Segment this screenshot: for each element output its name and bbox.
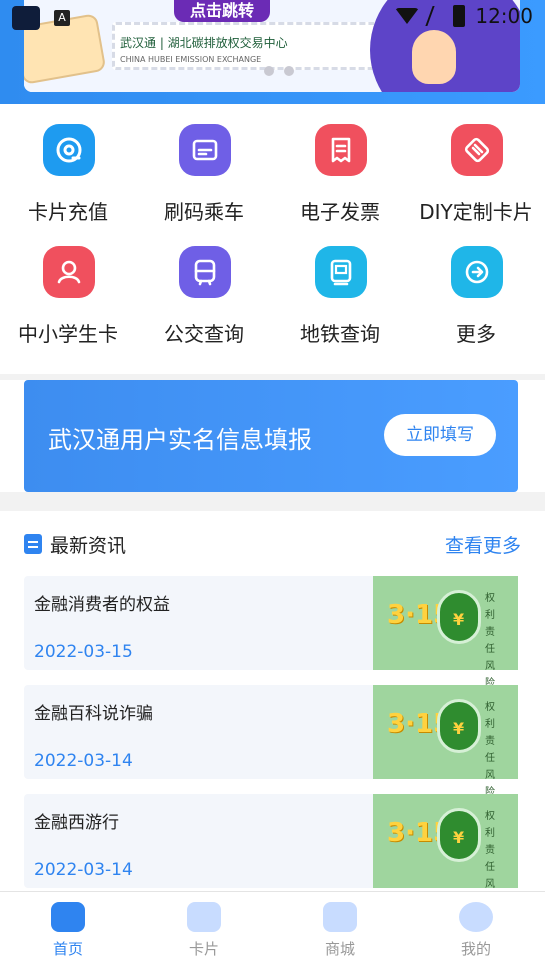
news-item[interactable]: 金融百科说诈骗 2022-03-14 3·15 ¥ 权利责任风险 [24,685,518,798]
news-thumbnail: 3·15 ¥ 权利责任风险 [373,794,518,907]
grid-item-more[interactable]: 更多 [408,226,544,346]
news-header: 最新资讯 查看更多 [24,531,521,559]
news-item[interactable]: 金融消费者的权益 2022-03-15 3·15 ¥ 权利责任风险 [24,576,518,689]
fill-now-button[interactable]: 立即填写 [384,414,496,456]
news-item-title: 金融百科说诈骗 [34,704,153,724]
realname-banner[interactable]: 武汉通用户实名信息填报 立即填写 [24,380,518,492]
bottom-nav: 首页 卡片 商城 我的 [0,891,545,968]
battery-icon [453,5,466,27]
nav-mine[interactable]: 我的 [446,902,506,966]
yuan-icon: ¥ [453,719,465,738]
nav-cards[interactable]: 卡片 [174,902,234,966]
news-item-date: 2022-03-14 [34,751,133,771]
student-icon [43,246,95,298]
banner-logos: 武汉通 | 湖北碳排放权交易中心 CHINA HUBEI EMISSION EX… [120,34,288,65]
wallet-icon [43,124,95,176]
nav-label: 我的 [460,940,491,958]
news-item-title: 金融西游行 [34,813,119,833]
grid-item-scan-ride[interactable]: 刷码乘车 [136,104,272,224]
realname-section: 武汉通用户实名信息填报 立即填写 [0,380,545,492]
nav-mall[interactable]: 商城 [310,902,370,966]
news-thumbnail: 3·15 ¥ 权利责任风险 [373,576,518,689]
news-thumbnail: 3·15 ¥ 权利责任风险 [373,685,518,798]
news-icon [24,534,42,554]
wifi-icon [395,8,420,24]
grid-label: 公交查询 [164,322,244,346]
metro-icon [315,246,367,298]
news-title: 最新资讯 [50,535,127,557]
grid-label: 中小学生卡 [18,322,118,346]
bus-icon [179,246,231,298]
yuan-icon: ¥ [453,610,465,629]
banner-pagination [264,66,294,76]
realname-text: 武汉通用户实名信息填报 [48,426,312,454]
news-item-title: 金融消费者的权益 [34,595,170,615]
grid-label: 地铁查询 [300,322,380,346]
news-item-date: 2022-03-15 [34,642,133,662]
grid-label: DIY定制卡片 [419,200,533,224]
pagination-dot [264,66,274,76]
grid-item-bus-query[interactable]: 公交查询 [136,226,272,346]
card-icon [187,902,221,932]
grid-item-student-card[interactable]: 中小学生卡 [0,226,136,346]
grid-label: 卡片充值 [28,200,108,224]
nav-label: 首页 [52,940,83,958]
thumb-words: 权利责任风险 [485,593,495,689]
top-banner-area: 点击跳转 武汉通 | 湖北碳排放权交易中心 CHINA HUBEI EMISSI… [0,0,545,104]
feature-grid: 卡片充值 刷码乘车 电子发票 DIY定制卡片 中小学生卡 公交查询 地铁查询 更… [0,104,545,374]
news-section: 最新资讯 查看更多 金融消费者的权益 2022-03-15 3·15 ¥ 权利责… [0,511,545,907]
status-a-icon: A [54,10,70,26]
invoice-icon [315,124,367,176]
signal-icon [425,6,447,26]
status-time: 12:00 [475,4,533,28]
hand-illustration [412,30,456,84]
tag-icon [451,124,503,176]
grid-item-e-invoice[interactable]: 电子发票 [272,104,408,224]
card-icon [179,124,231,176]
more-icon [451,246,503,298]
status-bar: A 12:00 [0,0,545,36]
grid-label: 更多 [456,322,496,346]
status-right: 12:00 [395,4,533,28]
banner-logo-sub: CHINA HUBEI EMISSION EXCHANGE [120,55,262,64]
grid-label: 刷码乘车 [164,200,244,224]
grid-label: 电子发票 [300,200,380,224]
home-icon [51,902,85,932]
grid-item-diy-card[interactable]: DIY定制卡片 [408,104,544,224]
grid-item-metro-query[interactable]: 地铁查询 [272,226,408,346]
thumb-words: 权利责任风险 [485,702,495,798]
nav-label: 商城 [324,940,355,958]
grid-item-card-recharge[interactable]: 卡片充值 [0,104,136,224]
news-item-date: 2022-03-14 [34,860,133,880]
bag-icon [323,902,357,932]
view-more-link[interactable]: 查看更多 [445,531,521,558]
nav-label: 卡片 [188,940,219,958]
status-app-icon [12,6,40,30]
pagination-dot [284,66,294,76]
profile-icon [459,902,493,932]
news-item[interactable]: 金融西游行 2022-03-14 3·15 ¥ 权利责任风险 [24,794,518,907]
yuan-icon: ¥ [453,828,465,847]
banner-logo-text: 武汉通 | 湖北碳排放权交易中心 [120,36,288,50]
nav-home[interactable]: 首页 [38,902,98,966]
